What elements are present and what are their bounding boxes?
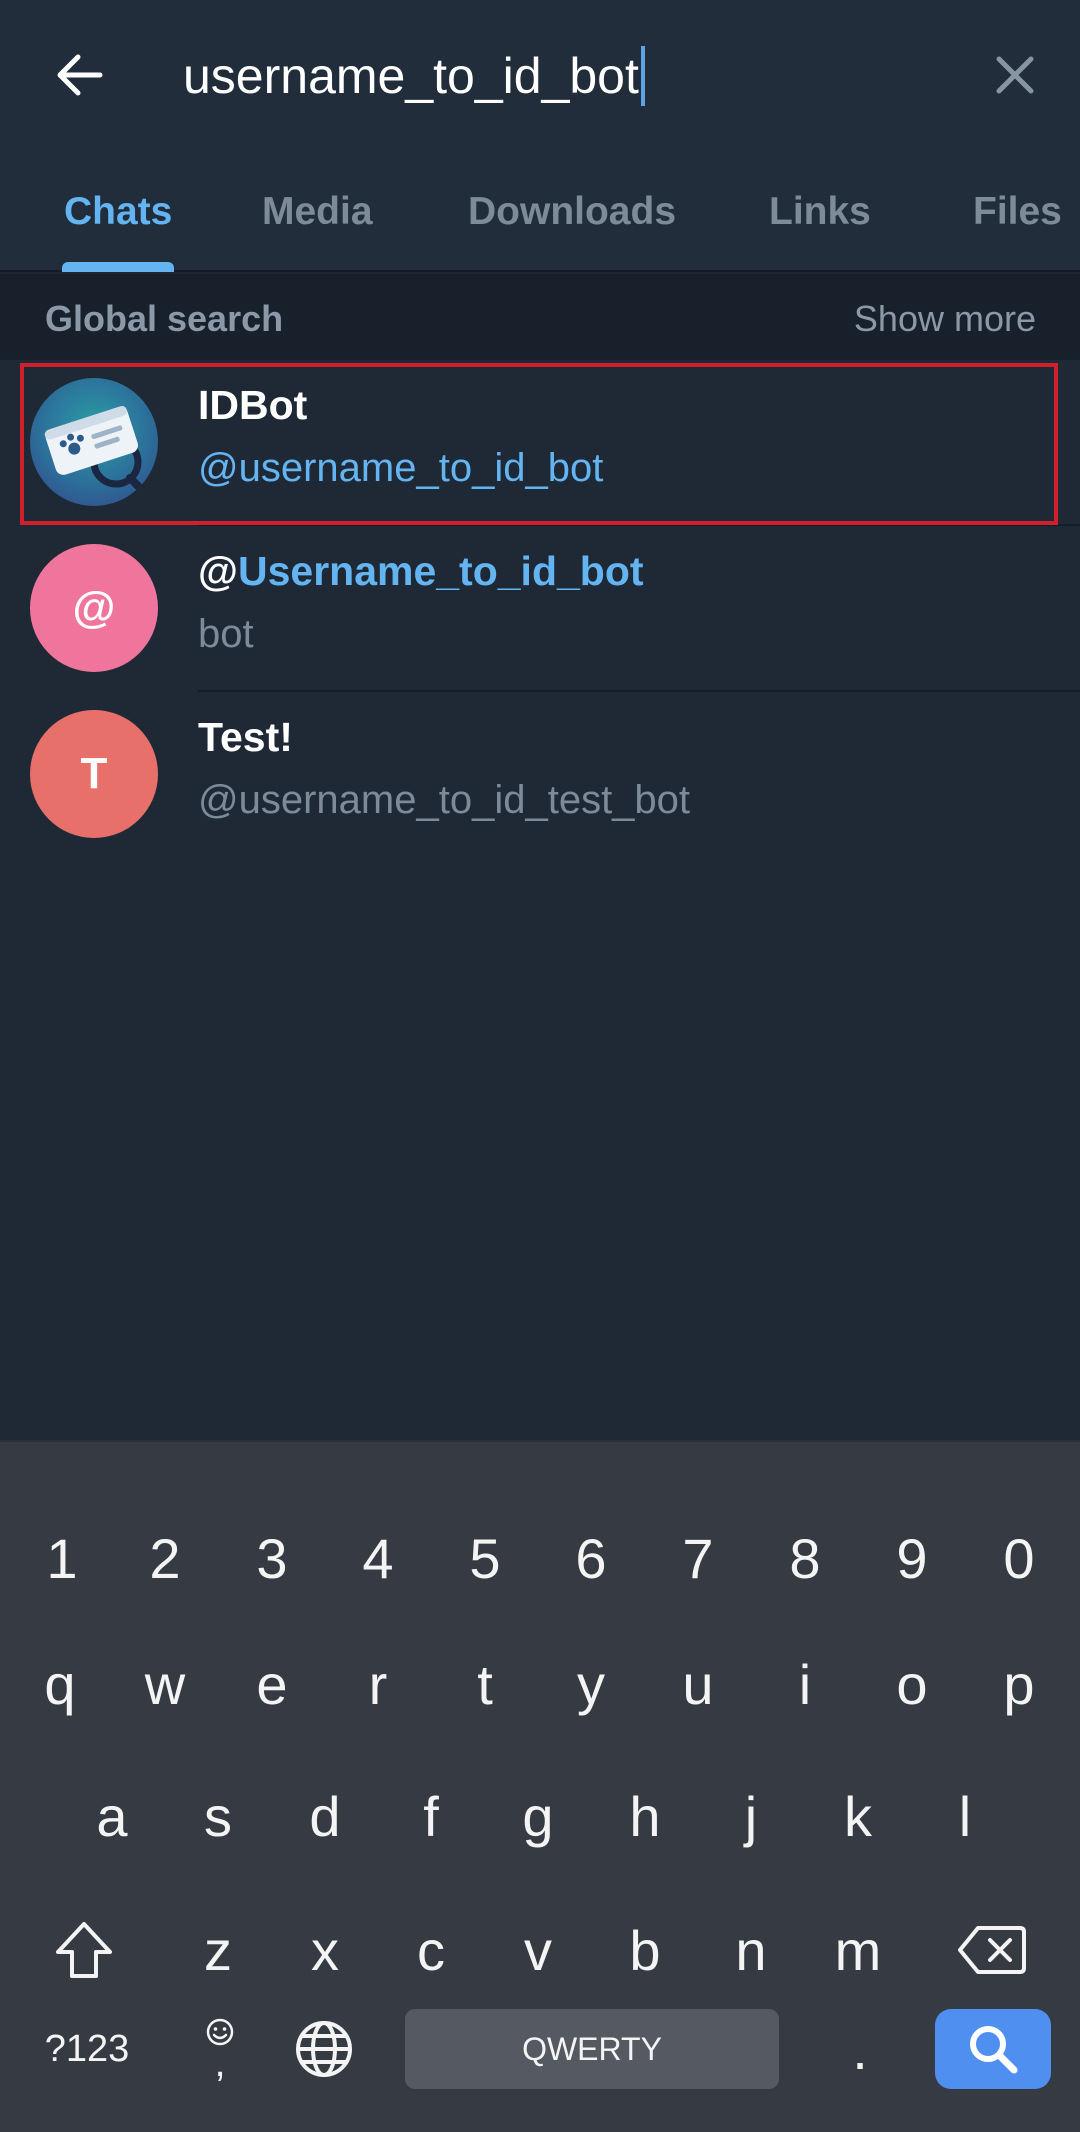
symbols-key[interactable]: ?123 [32, 1999, 142, 2099]
key-x[interactable]: x [277, 1900, 373, 2000]
key-s[interactable]: s [170, 1766, 266, 1866]
tab-media[interactable]: Media [262, 190, 373, 260]
result-name: @Username_to_id_bot [198, 548, 644, 595]
search-header: username_to_id_bot Chats Media Downloads… [0, 0, 1080, 272]
key-k[interactable]: k [810, 1766, 906, 1866]
search-query-text: username_to_id_bot [183, 48, 639, 104]
result-name: Test! [198, 714, 293, 760]
key-z[interactable]: z [170, 1900, 266, 2000]
active-tab-indicator [62, 262, 174, 272]
shift-icon [56, 1922, 112, 1978]
key-7[interactable]: 7 [650, 1508, 746, 1608]
shift-key[interactable] [36, 1900, 132, 2000]
result-subtitle: bot [198, 612, 254, 656]
global-search-header: Global search Show more [0, 274, 1080, 360]
result-username: @username_to_id_test_bot [198, 778, 691, 822]
key-9[interactable]: 9 [864, 1508, 960, 1608]
key-v[interactable]: v [490, 1900, 586, 2000]
space-key[interactable]: QWERTY [405, 2009, 779, 2089]
key-m[interactable]: m [810, 1900, 906, 2000]
key-3[interactable]: 3 [224, 1508, 320, 1608]
show-more-button[interactable]: Show more [854, 298, 1036, 340]
back-button[interactable] [40, 35, 120, 115]
key-i[interactable]: i [757, 1634, 853, 1734]
key-f[interactable]: f [383, 1766, 479, 1866]
search-result-idbot[interactable]: IDBot @username_to_id_bot [0, 360, 1080, 526]
key-0[interactable]: 0 [971, 1508, 1067, 1608]
result-name-prefix: @ [198, 548, 238, 594]
key-p[interactable]: p [971, 1634, 1067, 1734]
key-j[interactable]: j [703, 1766, 799, 1866]
key-l[interactable]: l [917, 1766, 1013, 1866]
search-key[interactable] [935, 2009, 1051, 2089]
key-4[interactable]: 4 [330, 1508, 426, 1608]
key-n[interactable]: n [703, 1900, 799, 2000]
id-card-magnifier-icon [44, 406, 150, 498]
close-icon [996, 56, 1034, 94]
key-5[interactable]: 5 [437, 1508, 533, 1608]
key-b[interactable]: b [597, 1900, 693, 2000]
globe-icon [296, 2021, 352, 2077]
result-name-highlight: Username_to_id_bot [237, 548, 644, 594]
search-icon [970, 2026, 1018, 2074]
key-6[interactable]: 6 [543, 1508, 639, 1608]
result-name: IDBot [198, 382, 308, 428]
result-username: @username_to_id_bot [198, 446, 604, 490]
key-o[interactable]: o [864, 1634, 960, 1734]
tab-chats[interactable]: Chats [64, 190, 172, 260]
search-result-username-bot[interactable]: @ @Username_to_id_bot bot [0, 526, 1080, 692]
avatar [30, 378, 158, 506]
key-e[interactable]: e [224, 1634, 320, 1734]
key-a[interactable]: a [64, 1766, 160, 1866]
key-q[interactable]: q [12, 1634, 108, 1734]
clear-search-button[interactable] [975, 35, 1055, 115]
key-t[interactable]: t [437, 1634, 533, 1734]
period-key[interactable]: . [812, 1999, 908, 2099]
tab-links[interactable]: Links [769, 190, 871, 260]
key-u[interactable]: u [650, 1634, 746, 1734]
key-2[interactable]: 2 [117, 1508, 213, 1608]
tab-files[interactable]: Files [973, 190, 1062, 260]
language-key[interactable] [276, 1999, 372, 2099]
key-r[interactable]: r [330, 1634, 426, 1734]
search-input[interactable]: username_to_id_bot [183, 40, 943, 112]
backspace-key[interactable] [944, 1900, 1040, 2000]
key-g[interactable]: g [490, 1766, 586, 1866]
key-d[interactable]: d [277, 1766, 373, 1866]
tab-downloads[interactable]: Downloads [468, 190, 676, 260]
key-1[interactable]: 1 [14, 1508, 110, 1608]
section-title: Global search [45, 298, 284, 339]
avatar: @ [30, 544, 158, 672]
text-cursor [640, 46, 645, 106]
key-h[interactable]: h [597, 1766, 693, 1866]
on-screen-keyboard: 1 2 3 4 5 6 7 8 9 0 q w e r t y u i o p … [0, 1440, 1080, 2132]
arrow-left-icon [57, 54, 103, 96]
comma-label: , [214, 2041, 226, 2085]
search-tabs: Chats Media Downloads Links Files [0, 180, 1080, 272]
key-w[interactable]: w [117, 1634, 213, 1734]
key-c[interactable]: c [383, 1900, 479, 2000]
key-8[interactable]: 8 [757, 1508, 853, 1608]
search-result-test[interactable]: T Test! @username_to_id_test_bot [0, 692, 1080, 858]
key-y[interactable]: y [543, 1634, 639, 1734]
avatar: T [30, 710, 158, 838]
comma-emoji-key[interactable]: , [180, 1997, 260, 2097]
backspace-icon [958, 1926, 1026, 1974]
